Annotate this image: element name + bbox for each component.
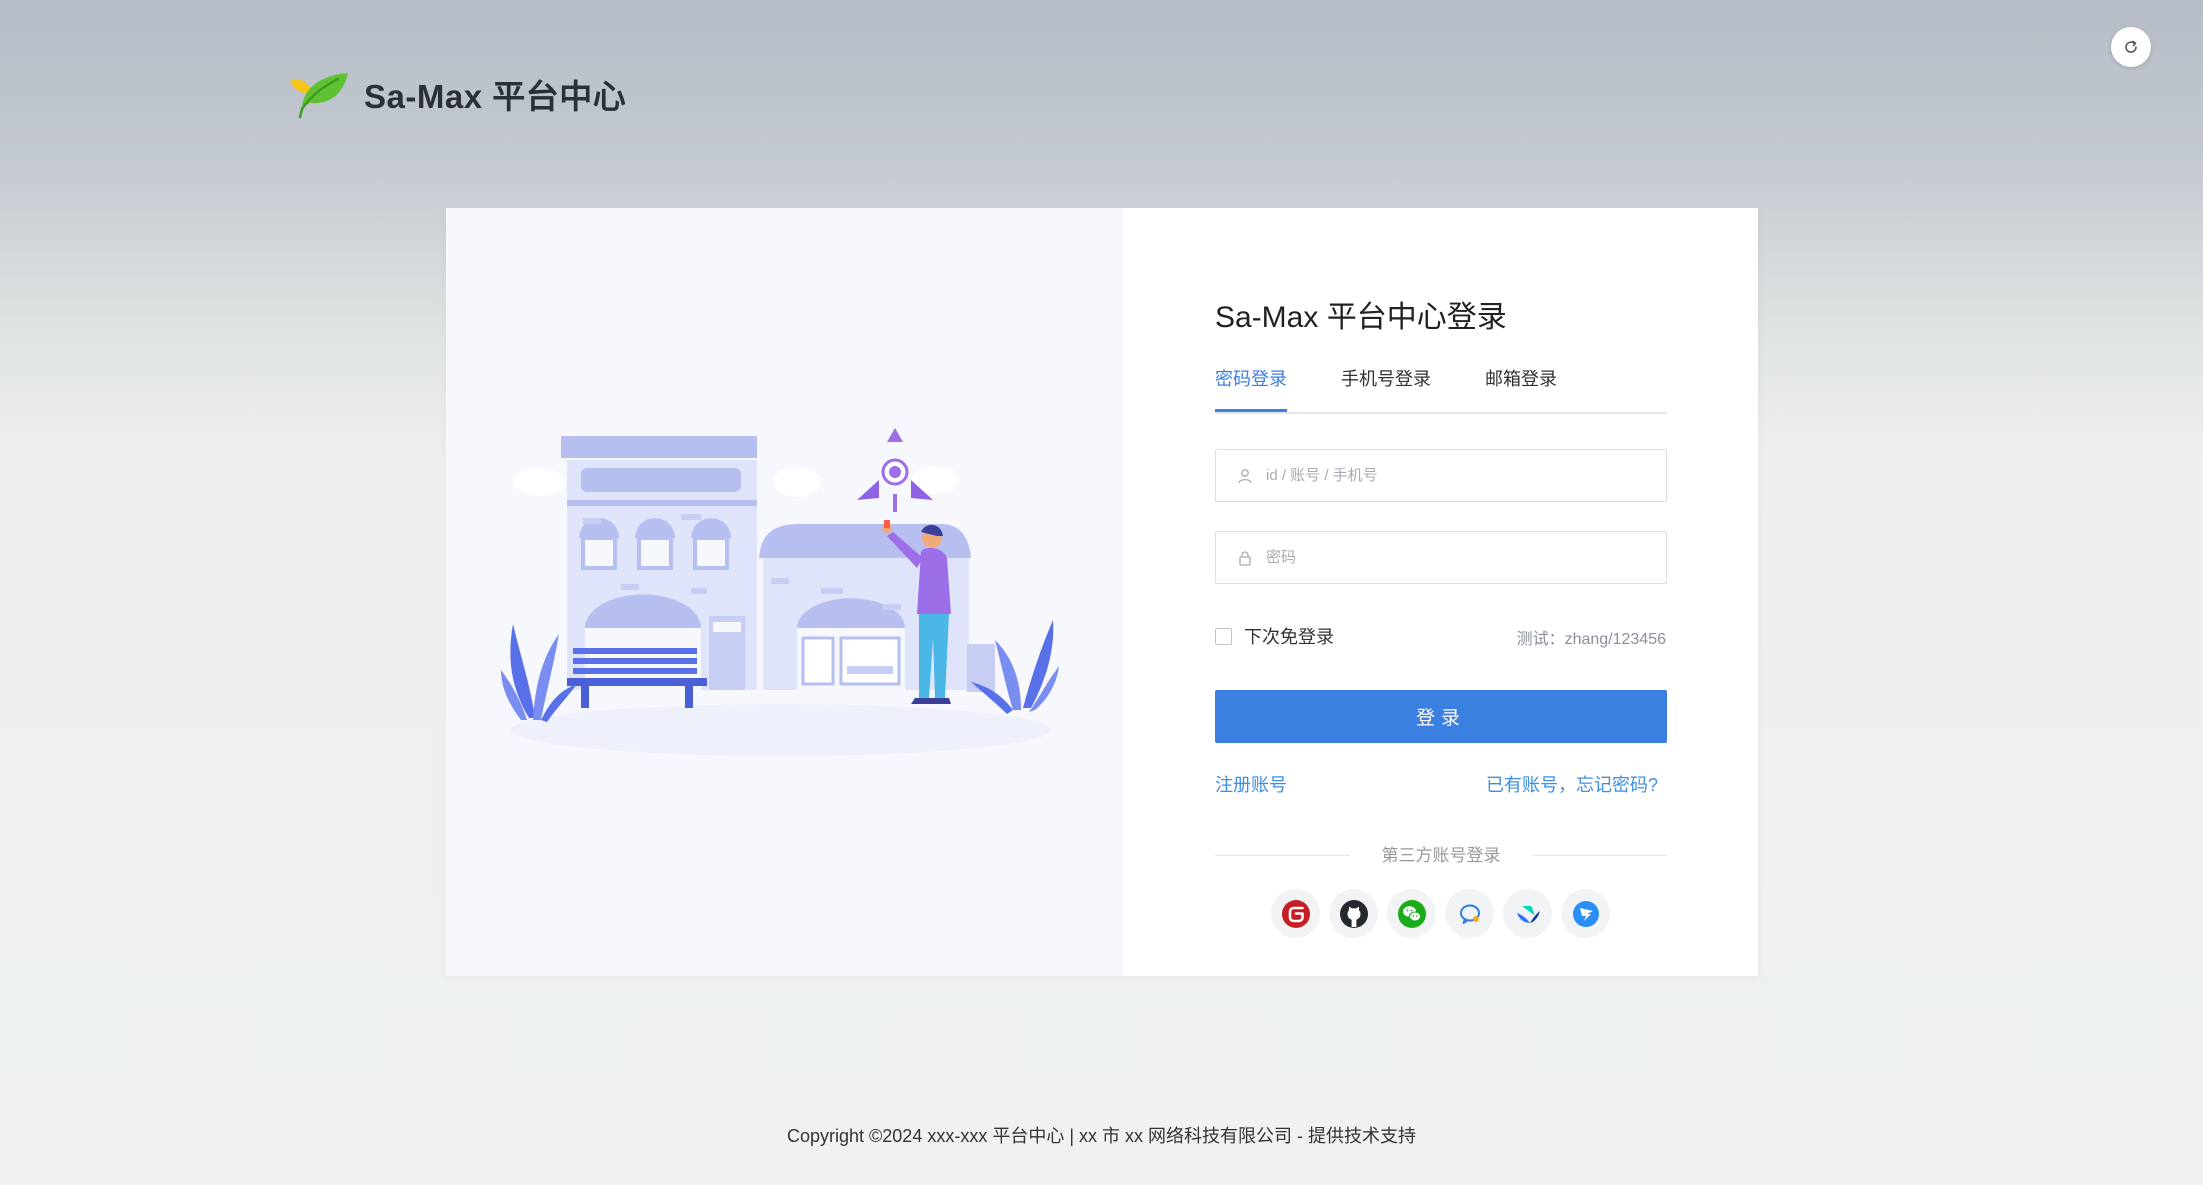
leaf-logo-icon	[290, 73, 348, 119]
remember-label: 下次免登录	[1244, 627, 1334, 647]
gitee-login-button[interactable]	[1271, 889, 1320, 938]
tab-email-login[interactable]: 邮箱登录	[1485, 368, 1557, 410]
feishu-login-button[interactable]	[1503, 889, 1552, 938]
tab-phone-login[interactable]: 手机号登录	[1341, 368, 1431, 410]
footer-copyright: Copyright ©2024 xxx-xxx 平台中心 | xx 市 xx 网…	[786, 1126, 1416, 1146]
third-party-divider: 第三方账号登录	[1215, 844, 1667, 868]
city-illustration	[501, 428, 1059, 756]
login-tabs: 密码登录 手机号登录 邮箱登录	[1215, 368, 1667, 414]
qq-login-button[interactable]	[1445, 889, 1494, 938]
brand-logo: Sa-Max 平台中心	[288, 69, 626, 119]
refresh-button[interactable]	[2111, 27, 2151, 67]
dingtalk-icon	[1572, 900, 1599, 927]
third-party-title: 第三方账号登录	[1381, 846, 1501, 865]
login-button[interactable]: 登录	[1215, 690, 1667, 743]
lock-icon	[1236, 549, 1254, 567]
qq-icon	[1459, 904, 1480, 924]
illustration-panel	[446, 208, 1123, 976]
gitee-icon	[1281, 899, 1310, 928]
remember-me[interactable]: 下次免登录	[1215, 623, 1334, 649]
account-field[interactable]	[1215, 449, 1667, 502]
password-field[interactable]	[1215, 531, 1667, 584]
forgot-password-link[interactable]: 已有账号，忘记密码?	[1486, 771, 1658, 797]
login-title: Sa-Max 平台中心登录	[1215, 301, 1507, 334]
password-input[interactable]	[1264, 548, 1666, 567]
login-form-panel: Sa-Max 平台中心登录 密码登录 手机号登录 邮箱登录 id / 账号 / …	[1123, 208, 1758, 976]
remember-checkbox[interactable]	[1215, 627, 1232, 645]
account-input[interactable]	[1264, 466, 1666, 485]
third-party-logins	[1123, 889, 1758, 938]
login-card: Sa-Max 平台中心登录 密码登录 手机号登录 邮箱登录 id / 账号 / …	[446, 208, 1758, 976]
feishu-icon	[1516, 905, 1540, 923]
wechat-icon	[1397, 899, 1426, 928]
tab-password-login[interactable]: 密码登录	[1215, 368, 1287, 412]
user-icon	[1236, 467, 1254, 485]
wechat-login-button[interactable]	[1387, 889, 1436, 938]
dingtalk-login-button[interactable]	[1561, 889, 1610, 938]
test-account-hint: 测试：zhang/123456	[1516, 631, 1666, 648]
refresh-icon	[2125, 40, 2137, 53]
github-login-button[interactable]	[1329, 889, 1378, 938]
register-link[interactable]: 注册账号	[1215, 771, 1287, 797]
brand-name: Sa-Max 平台中心	[364, 78, 627, 115]
github-icon	[1339, 899, 1368, 928]
